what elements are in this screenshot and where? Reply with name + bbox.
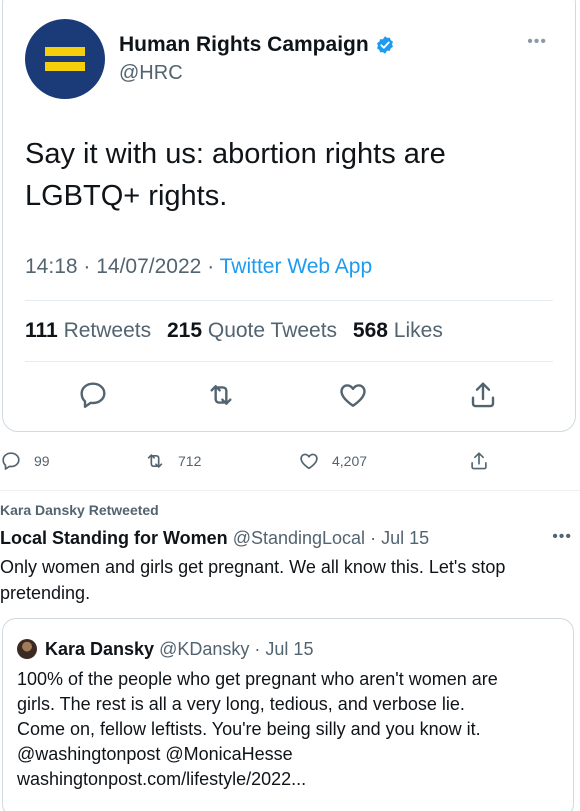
retweeted-by-label[interactable]: Kara Dansky Retweeted [0,502,159,518]
reply-icon [2,452,20,470]
reply-icon[interactable] [77,379,109,411]
like-count: 4,207 [332,453,368,469]
reply-action[interactable]: 99 [0,450,50,472]
like-icon [300,453,318,470]
retweet-action[interactable]: 712 [144,450,201,472]
share-icon [471,452,487,470]
outer-action-bar: 99 712 4,207 [0,448,580,478]
meta-separator: · [370,528,382,548]
retweet-icon [147,454,163,468]
author-handle[interactable]: @StandingLocal [233,528,365,548]
quoted-text-line: Come on, fellow leftists. You're being s… [17,719,481,739]
quoted-text: 100% of the people who get pregnant who … [17,667,565,792]
tweet-text: Only women and girls get pregnant. We al… [0,557,506,603]
share-action[interactable] [468,450,490,472]
quoted-text-line: 100% of the people who get pregnant who … [17,669,498,689]
author-display-name[interactable]: Local Standing for Women [0,528,228,548]
like-icon[interactable] [337,379,369,411]
embedded-tweet-card[interactable]: Human Rights Campaign @HRC ••• Say it wi… [2,0,576,432]
divider [0,490,580,491]
quoted-handle[interactable]: @KDansky [159,639,249,659]
quoted-tweet-card[interactable]: Kara Dansky @KDansky · Jul 15 100% of th… [2,618,574,811]
retweets-label: Retweets [63,319,152,342]
more-icon[interactable]: ••• [552,528,572,546]
author-name-row: Human Rights Campaign [119,33,395,57]
tweet-date[interactable]: Jul 15 [381,528,429,548]
logo-bar [45,62,85,71]
logo-bar [45,47,85,56]
tweet-date[interactable]: 14/07/2022 [96,255,201,278]
embedded-action-bar [3,379,575,413]
engagement-stats: 111 Retweets 215 Quote Tweets 568 Likes [25,319,443,343]
quote-label: Quote Tweets [207,319,338,342]
likes-count: 568 [352,319,388,342]
retweet-count: 712 [178,453,202,469]
verified-badge-icon [376,36,393,54]
meta-separator: · [254,639,266,659]
quoted-display-name[interactable]: Kara Dansky [45,639,154,659]
meta-separator: · [207,255,220,278]
hrc-avatar[interactable] [25,19,105,99]
retweet-icon[interactable] [205,379,237,411]
like-action[interactable]: 4,207 [298,450,367,472]
meta-separator: · [83,255,97,278]
quote-count: 215 [166,319,203,342]
tweet-source[interactable]: Twitter Web App [220,255,373,278]
tweet-text: Say it with us: abortion rights are LGBT… [25,138,446,212]
author-display-name[interactable]: Human Rights Campaign [119,33,369,57]
avatar[interactable] [17,639,37,659]
quote-tweets-stat[interactable]: 215 Quote Tweets [167,319,337,342]
quoted-date[interactable]: Jul 15 [265,639,313,659]
reply-count: 99 [34,453,50,469]
share-icon[interactable] [467,379,499,411]
likes-stat[interactable]: 568 Likes [353,319,443,342]
retweets-stat[interactable]: 111 Retweets [25,319,151,342]
tweet-time[interactable]: 14:18 [25,255,78,278]
likes-label: Likes [393,319,443,342]
divider [25,361,553,362]
more-icon[interactable]: ••• [527,33,547,51]
divider [25,300,553,301]
tweet-meta: 14:18 · 14/07/2022 · Twitter Web App [25,255,372,279]
article-link[interactable]: washingtonpost.com/lifestyle/2022... [17,767,565,792]
tweet-header: Local Standing for Women @StandingLocal … [0,528,429,549]
retweets-count: 111 [25,319,58,342]
quoted-header: Kara Dansky @KDansky · Jul 15 [45,639,313,660]
author-handle[interactable]: @HRC [119,62,183,85]
mentions-link[interactable]: @washingtonpost @MonicaHesse [17,742,565,767]
quoted-text-line: girls. The rest is all a very long, tedi… [17,694,465,714]
